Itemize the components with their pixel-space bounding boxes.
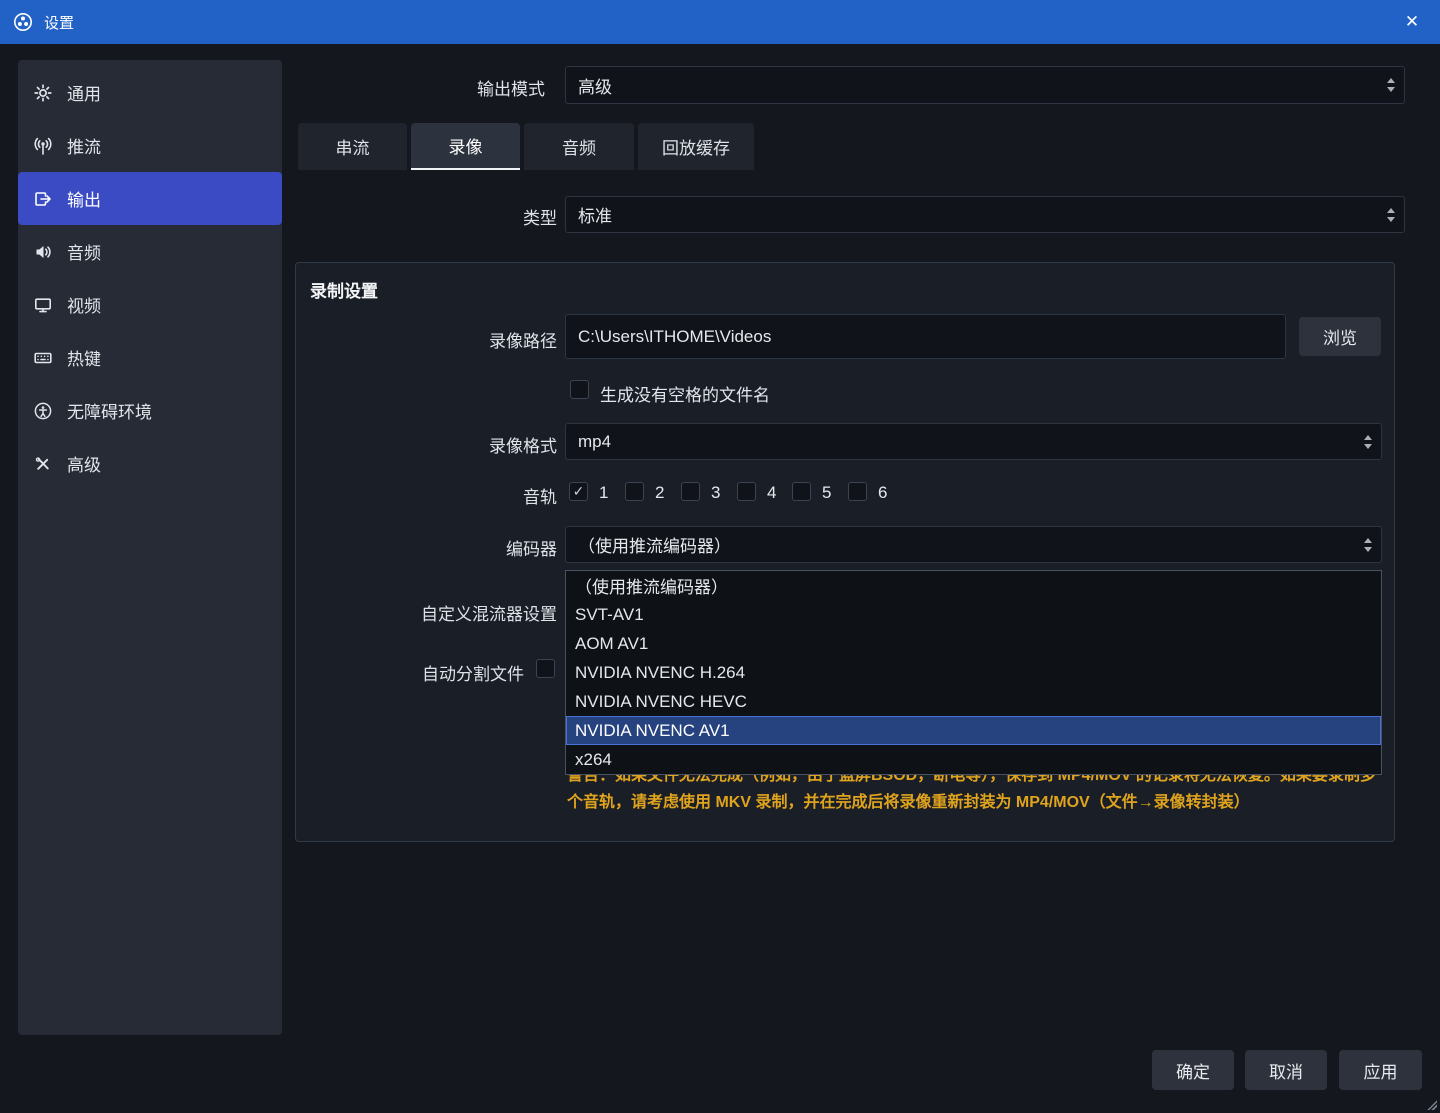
encoder-option-nvenc-av1[interactable]: NVIDIA NVENC AV1 xyxy=(566,716,1381,745)
sidebar-item-output[interactable]: 输出 xyxy=(18,172,282,225)
speaker-icon xyxy=(32,241,54,263)
close-button[interactable]: ✕ xyxy=(1390,0,1434,44)
tab-label: 录像 xyxy=(449,133,483,158)
output-icon xyxy=(32,188,54,210)
encoder-select[interactable]: （使用推流编码器） xyxy=(565,526,1382,563)
group-title: 录制设置 xyxy=(310,277,378,302)
encoder-option-x264[interactable]: x264 xyxy=(566,745,1381,774)
audio-track-2-checkbox[interactable] xyxy=(625,482,644,501)
settings-window: 设置 ✕ 通用 推流 xyxy=(0,0,1440,1113)
audio-track-6-checkbox[interactable] xyxy=(848,482,867,501)
audio-track-label: 音轨 xyxy=(297,483,557,508)
recording-format-select[interactable]: mp4 xyxy=(565,423,1382,460)
apply-button[interactable]: 应用 xyxy=(1339,1050,1422,1090)
sidebar-item-label: 视频 xyxy=(67,292,101,317)
autosplit-checkbox[interactable] xyxy=(536,659,555,678)
recording-path-label: 录像路径 xyxy=(297,327,557,352)
sidebar-item-video[interactable]: 视频 xyxy=(18,278,282,331)
sidebar-item-label: 输出 xyxy=(67,186,101,211)
recording-format-value: mp4 xyxy=(578,432,611,452)
titlebar: 设置 ✕ xyxy=(0,0,1440,44)
audio-track-1-label: 1 xyxy=(599,483,608,503)
audio-track-3-label: 3 xyxy=(711,483,720,503)
tab-label: 音频 xyxy=(562,134,596,159)
audio-track-1-checkbox[interactable]: ✓ xyxy=(569,482,588,501)
resize-grip[interactable] xyxy=(1426,1099,1437,1110)
audio-track-6-label: 6 xyxy=(878,483,887,503)
spinner-arrows-icon xyxy=(1387,208,1395,222)
encoder-dropdown-list: （使用推流编码器） SVT-AV1 AOM AV1 NVIDIA NVENC H… xyxy=(565,570,1382,775)
output-mode-select[interactable]: 高级 xyxy=(565,66,1405,104)
settings-sidebar: 通用 推流 输出 xyxy=(18,60,282,1035)
type-label: 类型 xyxy=(297,204,557,229)
encoder-value: （使用推流编码器） xyxy=(578,532,731,557)
encoder-option-svt-av1[interactable]: SVT-AV1 xyxy=(566,600,1381,629)
encoder-option-use-stream-encoder[interactable]: （使用推流编码器） xyxy=(566,571,1381,600)
encoder-label: 编码器 xyxy=(297,535,557,560)
tools-icon xyxy=(32,453,54,475)
sidebar-item-hotkeys[interactable]: 热键 xyxy=(18,331,282,384)
keyboard-icon xyxy=(32,347,54,369)
spinner-arrows-icon xyxy=(1387,78,1395,92)
no-space-filename-checkbox[interactable] xyxy=(570,380,589,399)
tab-audio[interactable]: 音频 xyxy=(524,123,634,170)
output-mode-label: 输出模式 xyxy=(295,75,545,100)
gear-icon xyxy=(32,82,54,104)
sidebar-item-label: 热键 xyxy=(67,345,101,370)
sidebar-item-advanced[interactable]: 高级 xyxy=(18,437,282,490)
sidebar-item-label: 高级 xyxy=(67,451,101,476)
sidebar-item-label: 通用 xyxy=(67,80,101,105)
accessibility-icon xyxy=(32,400,54,422)
audio-track-5-label: 5 xyxy=(822,483,831,503)
tab-label: 回放缓存 xyxy=(662,134,730,159)
tab-streaming[interactable]: 串流 xyxy=(298,123,407,170)
ok-button[interactable]: 确定 xyxy=(1152,1050,1234,1090)
sidebar-item-general[interactable]: 通用 xyxy=(18,66,282,119)
window-title: 设置 xyxy=(44,12,74,33)
audio-track-3-checkbox[interactable] xyxy=(681,482,700,501)
tab-replay-buffer[interactable]: 回放缓存 xyxy=(638,123,754,170)
recording-path-input[interactable] xyxy=(565,314,1286,359)
recording-format-label: 录像格式 xyxy=(297,432,557,457)
tab-recording[interactable]: 录像 xyxy=(411,123,520,170)
autosplit-label: 自动分割文件 xyxy=(295,660,524,685)
browse-button[interactable]: 浏览 xyxy=(1299,317,1381,356)
audio-track-4-label: 4 xyxy=(767,483,776,503)
sidebar-item-label: 无障碍环境 xyxy=(67,398,152,423)
sidebar-item-stream[interactable]: 推流 xyxy=(18,119,282,172)
no-space-filename-label: 生成没有空格的文件名 xyxy=(600,381,770,406)
obs-logo-icon xyxy=(12,11,34,33)
type-select[interactable]: 标准 xyxy=(565,196,1405,233)
audio-track-2-label: 2 xyxy=(655,483,664,503)
tab-label: 串流 xyxy=(336,134,370,159)
spinner-arrows-icon xyxy=(1364,538,1372,552)
encoder-option-nvenc-hevc[interactable]: NVIDIA NVENC HEVC xyxy=(566,687,1381,716)
encoder-option-aom-av1[interactable]: AOM AV1 xyxy=(566,629,1381,658)
encoder-option-nvenc-h264[interactable]: NVIDIA NVENC H.264 xyxy=(566,658,1381,687)
sidebar-item-accessibility[interactable]: 无障碍环境 xyxy=(18,384,282,437)
cancel-button[interactable]: 取消 xyxy=(1245,1050,1327,1090)
display-icon xyxy=(32,294,54,316)
sidebar-item-audio[interactable]: 音频 xyxy=(18,225,282,278)
output-mode-value: 高级 xyxy=(578,73,612,98)
sidebar-item-label: 音频 xyxy=(67,239,101,264)
sidebar-item-label: 推流 xyxy=(67,133,101,158)
antenna-icon xyxy=(32,135,54,157)
spinner-arrows-icon xyxy=(1364,435,1372,449)
audio-track-4-checkbox[interactable] xyxy=(737,482,756,501)
type-value: 标准 xyxy=(578,202,612,227)
audio-track-5-checkbox[interactable] xyxy=(792,482,811,501)
custom-muxer-label: 自定义混流器设置 xyxy=(297,600,557,625)
